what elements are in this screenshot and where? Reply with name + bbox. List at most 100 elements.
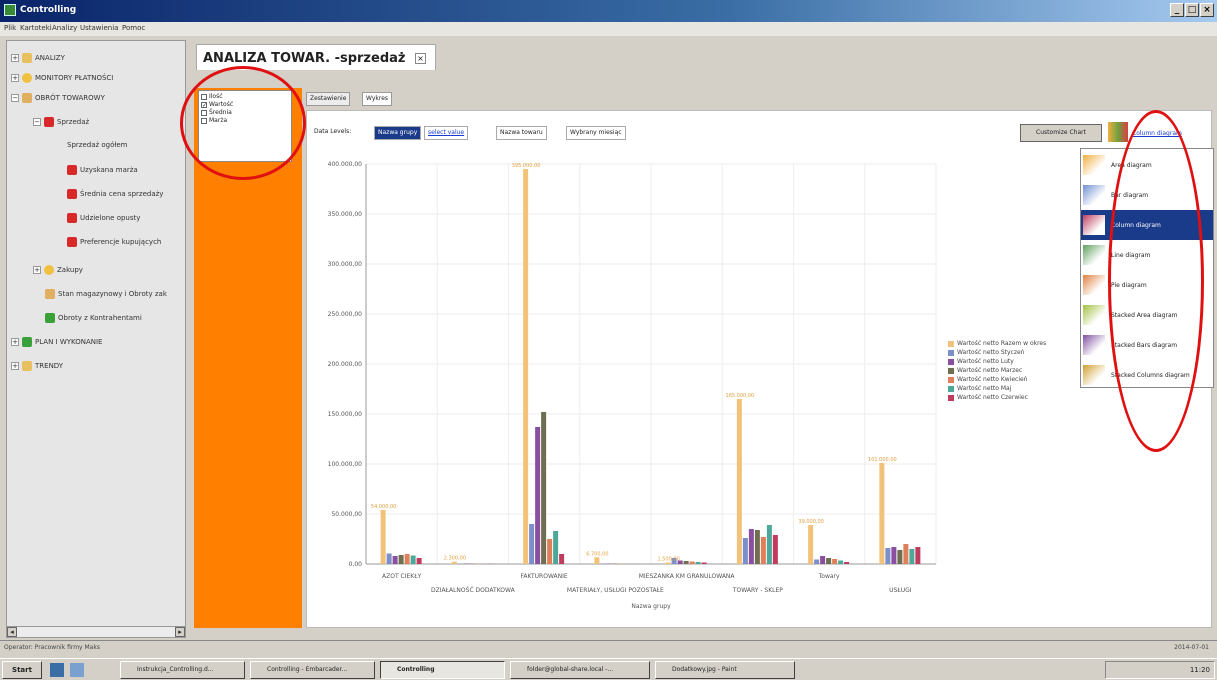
expand-toggle-icon[interactable]: + <box>11 74 19 82</box>
tree-item[interactable]: Obroty z Kontrahentami <box>33 313 142 329</box>
tree-item[interactable]: + PLAN I WYKONANIE <box>11 337 102 353</box>
legend-item: Wartość netto Razem w okres <box>948 340 1078 349</box>
quicklaunch-icon[interactable] <box>50 663 64 677</box>
tree-item[interactable]: + TRENDY <box>11 361 63 377</box>
minimize-button[interactable]: _ <box>1170 3 1184 17</box>
diagram-type-icon <box>1083 155 1105 175</box>
taskbar-item[interactable]: Instrukcja_Controlling.d... <box>120 661 245 679</box>
menu-ustawienia[interactable]: Ustawienia <box>80 24 118 32</box>
tree-item-label: Średnia cena sprzedaży <box>80 190 164 198</box>
tab-close-icon[interactable]: × <box>415 53 426 64</box>
chart-bar <box>547 539 553 564</box>
legend-label: Wartość netto Styczeń <box>957 349 1025 356</box>
tree-item[interactable]: − Sprzedaż <box>33 117 89 133</box>
y-tick-label: 50.000,00 <box>331 511 362 518</box>
tree-node-icon <box>22 73 32 83</box>
diagram-type-icon <box>1083 335 1105 355</box>
menu-plik[interactable]: Plik <box>4 24 16 32</box>
expand-toggle-icon[interactable]: − <box>11 94 19 102</box>
column-chart: 0,00 50.000,00 100.000,00 150.000,00 200.000… <box>328 161 937 610</box>
tree-item[interactable]: Średnia cena sprzedaży <box>55 189 163 205</box>
tree-item[interactable]: − OBRÓT TOWAROWY <box>11 93 105 109</box>
tree-node-icon <box>67 237 77 247</box>
chart-bar <box>529 524 535 564</box>
quicklaunch-icon[interactable] <box>70 663 84 677</box>
legend-swatch <box>948 394 954 401</box>
legend-label: Wartość netto Marzec <box>957 367 1023 374</box>
system-tray: 11:20 <box>1105 661 1215 679</box>
tree-item[interactable]: Uzyskana marża <box>55 165 138 181</box>
maximize-button[interactable]: □ <box>1185 3 1199 17</box>
chart-bar <box>386 553 392 564</box>
navigation-tree: + ANALIZY + MONITORY PŁATNOŚCI − OBRÓT TOWARO… <box>6 40 186 630</box>
tree-item[interactable]: Stan magazynowy i Obroty zak <box>33 289 167 305</box>
tree-item-label: TRENDY <box>35 362 64 370</box>
column-diagram-icon <box>1108 122 1128 142</box>
y-tick-label: 200.000,00 <box>328 361 363 368</box>
chart-bar <box>838 560 844 564</box>
customize-chart-button[interactable]: Customize Chart <box>1020 124 1102 142</box>
diagram-type-icon <box>1083 275 1105 295</box>
tree-node-icon <box>67 213 77 223</box>
expand-toggle-icon[interactable]: + <box>11 362 19 370</box>
chart-bar <box>754 530 760 564</box>
x-tick-label: MATERIAŁY, USŁUGI POZOSTAŁE <box>567 587 664 594</box>
tree-node-icon <box>22 93 32 103</box>
diagram-type-icon <box>1083 245 1105 265</box>
expand-toggle-icon[interactable]: + <box>11 54 19 62</box>
chart-bar <box>766 525 772 564</box>
tree-item[interactable]: Sprzedaż ogółem <box>55 141 128 157</box>
scroll-right-icon[interactable]: ▸ <box>175 627 185 637</box>
chart-bar <box>772 535 778 564</box>
close-button[interactable]: × <box>1200 3 1214 17</box>
horizontal-scrollbar[interactable]: ◂ ▸ <box>6 626 186 638</box>
tree-item[interactable]: + Zakupy <box>33 265 83 281</box>
tree-item[interactable]: + ANALIZY <box>11 53 65 69</box>
data-label: 2.300,00 <box>444 556 466 562</box>
legend-label: Wartość netto Czerwiec <box>957 394 1028 401</box>
taskbar-item-active[interactable]: Controlling <box>380 661 505 679</box>
taskbar-item[interactable]: folder@global-share.local -... <box>510 661 650 679</box>
taskbar-item[interactable]: Dodatkowy.jpg - Paint <box>655 661 795 679</box>
menu-kartoteki[interactable]: Kartoteki <box>20 24 52 32</box>
legend-item: Wartość netto Czerwiec <box>948 394 1078 403</box>
taskbar-item[interactable]: Controlling - Embarcader... <box>250 661 375 679</box>
y-tick-label: 0,00 <box>349 561 363 568</box>
chart-bar <box>683 561 689 564</box>
x-axis-title: Nazwa grupy <box>631 603 671 610</box>
menu-pomoc[interactable]: Pomoc <box>122 24 145 32</box>
tree-item[interactable]: Udzielone opusty <box>55 213 140 229</box>
expand-toggle-icon[interactable]: + <box>33 266 41 274</box>
expand-toggle-icon[interactable]: + <box>11 338 19 346</box>
menu-analizy[interactable]: Analizy <box>52 24 77 32</box>
tree-item[interactable]: + MONITORY PŁATNOŚCI <box>11 73 113 89</box>
legend-swatch <box>948 358 954 365</box>
tree-item[interactable]: Preferencje kupujących <box>55 237 161 253</box>
tree-item-label: Udzielone opusty <box>80 214 141 222</box>
chart-bar <box>553 531 559 564</box>
tab-zestawienie[interactable]: Zestawienie <box>306 92 351 106</box>
chart-bar <box>416 558 422 564</box>
x-tick-label: Towary <box>818 573 840 580</box>
level-nazwa-towaru[interactable]: Nazwa towaru <box>496 126 547 140</box>
legend-swatch <box>948 376 954 383</box>
expand-toggle-icon[interactable]: − <box>33 118 41 126</box>
tree-item-label: PLAN I WYKONANIE <box>35 338 103 346</box>
tree-node-icon <box>45 313 55 323</box>
y-tick-label: 100.000,00 <box>328 461 363 468</box>
scroll-left-icon[interactable]: ◂ <box>7 627 17 637</box>
level-select-value[interactable]: select value <box>424 126 469 140</box>
legend-label: Wartość netto Maj <box>957 385 1012 392</box>
start-button[interactable]: Start <box>2 661 42 679</box>
legend-swatch <box>948 367 954 374</box>
data-label: 165.000,00 <box>726 393 755 399</box>
chart-bar <box>398 555 404 564</box>
tab-wykres[interactable]: Wykres <box>362 92 393 106</box>
title-bar: Controlling _ □ × <box>0 0 1217 22</box>
diagram-type-icon <box>1083 215 1105 235</box>
level-wybrany-miesiac[interactable]: Wybrany miesiąc <box>566 126 626 140</box>
level-nazwa-grupy[interactable]: Nazwa grupy <box>374 126 422 140</box>
diagram-type-icon <box>1083 365 1105 385</box>
tree-item-label: ANALIZY <box>35 54 65 62</box>
chart-bar <box>742 538 748 564</box>
